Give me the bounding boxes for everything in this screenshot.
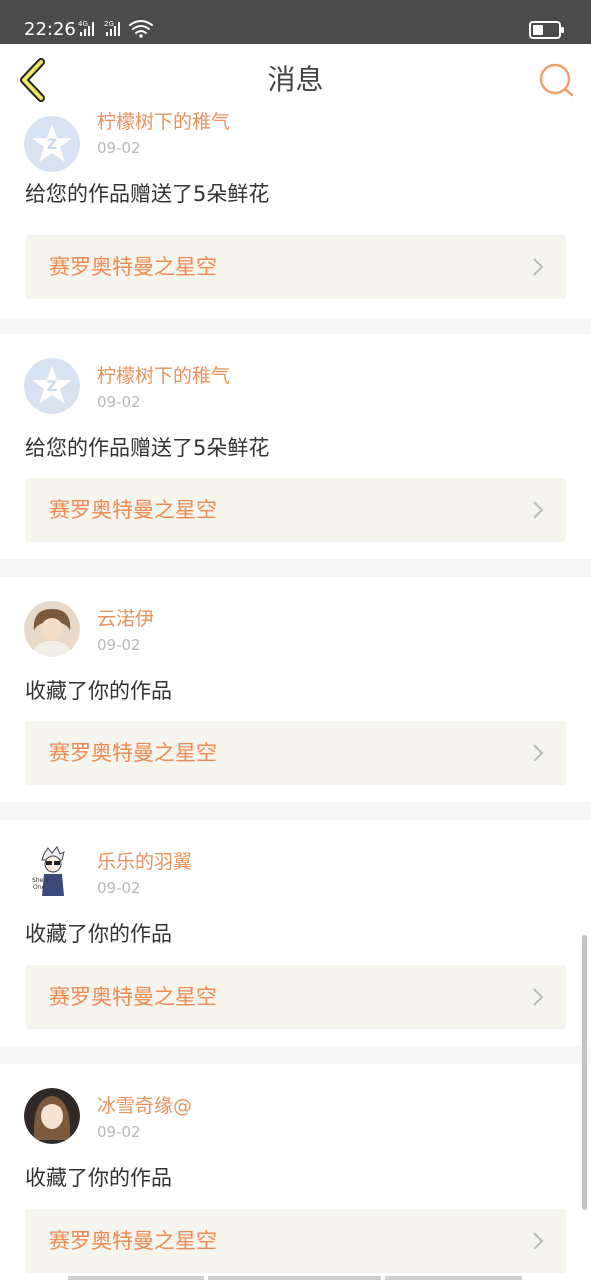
message-text: 给您的作品赠送了5朵鲜花 bbox=[25, 182, 270, 206]
work-link[interactable]: 赛罗奥特曼之星空 bbox=[25, 235, 566, 299]
user-photo-icon bbox=[24, 601, 80, 657]
battery-icon bbox=[529, 21, 564, 39]
svg-text:She's: She's bbox=[32, 877, 48, 884]
message-card: Z 柠檬树下的稚气 09-02 给您的作品赠送了5朵鲜花 赛罗奥特曼之星空 bbox=[0, 106, 591, 318]
wifi-icon bbox=[129, 20, 153, 34]
work-title: 赛罗奥特曼之星空 bbox=[49, 498, 217, 522]
avatar[interactable]: Z bbox=[24, 116, 80, 172]
user-name[interactable]: 冰雪奇缘@ bbox=[97, 1094, 192, 1118]
search-icon[interactable] bbox=[535, 58, 579, 102]
message-date: 09-02 bbox=[97, 636, 141, 654]
chevron-right-icon bbox=[533, 258, 544, 276]
user-name[interactable]: 柠檬树下的稚气 bbox=[97, 364, 230, 388]
message-text: 收藏了你的作品 bbox=[25, 679, 172, 703]
chevron-right-icon bbox=[533, 501, 544, 519]
user-name[interactable]: 云渃伊 bbox=[97, 607, 154, 631]
work-link[interactable]: 赛罗奥特曼之星空 bbox=[25, 1209, 566, 1273]
default-avatar-icon: Z bbox=[24, 358, 80, 414]
message-card: Z 柠檬树下的稚气 09-02 给您的作品赠送了5朵鲜花 赛罗奥特曼之星空 bbox=[0, 334, 591, 559]
message-card: 冰雪奇缘@ 09-02 收藏了你的作品 赛罗奥特曼之星空 bbox=[0, 1064, 591, 1280]
message-date: 09-02 bbox=[97, 1123, 141, 1141]
chevron-right-icon bbox=[533, 744, 544, 762]
net1-label: 4G bbox=[78, 20, 88, 28]
user-name[interactable]: 乐乐的羽翼 bbox=[97, 850, 192, 874]
scrollbar[interactable] bbox=[582, 935, 587, 1210]
work-title: 赛罗奥特曼之星空 bbox=[49, 255, 217, 279]
message-date: 09-02 bbox=[97, 393, 141, 411]
cartoon-avatar-icon: She's One bbox=[24, 844, 80, 900]
message-text: 收藏了你的作品 bbox=[25, 1166, 172, 1190]
work-title: 赛罗奥特曼之星空 bbox=[49, 741, 217, 765]
avatar[interactable] bbox=[24, 1088, 80, 1144]
svg-text:Z: Z bbox=[47, 137, 57, 153]
work-link[interactable]: 赛罗奥特曼之星空 bbox=[25, 721, 566, 785]
status-time: 22:26 bbox=[24, 19, 76, 40]
user-photo-icon bbox=[24, 1088, 80, 1144]
svg-text:Z: Z bbox=[47, 379, 57, 395]
default-avatar-icon: Z bbox=[24, 116, 80, 172]
work-title: 赛罗奥特曼之星空 bbox=[49, 985, 217, 1009]
status-bar: 22:26 4G 2G bbox=[0, 0, 591, 44]
avatar[interactable]: She's One bbox=[24, 844, 80, 900]
work-link[interactable]: 赛罗奥特曼之星空 bbox=[25, 478, 566, 542]
message-card: 云渃伊 09-02 收藏了你的作品 赛罗奥特曼之星空 bbox=[0, 577, 591, 802]
user-name[interactable]: 柠檬树下的稚气 bbox=[97, 110, 230, 134]
avatar[interactable] bbox=[24, 601, 80, 657]
page-title: 消息 bbox=[267, 63, 324, 96]
chevron-right-icon bbox=[533, 1232, 544, 1250]
avatar[interactable]: Z bbox=[24, 358, 80, 414]
bottom-indicator bbox=[68, 1276, 522, 1280]
message-date: 09-02 bbox=[97, 139, 141, 157]
signal-icon: 4G 2G bbox=[78, 20, 153, 38]
svg-text:One: One bbox=[33, 884, 46, 891]
net2-label: 2G bbox=[104, 20, 114, 28]
work-link[interactable]: 赛罗奥特曼之星空 bbox=[25, 965, 566, 1029]
work-title: 赛罗奥特曼之星空 bbox=[49, 1229, 217, 1253]
message-text: 给您的作品赠送了5朵鲜花 bbox=[25, 436, 270, 460]
message-text: 收藏了你的作品 bbox=[25, 922, 172, 946]
chevron-right-icon bbox=[533, 988, 544, 1006]
message-date: 09-02 bbox=[97, 879, 141, 897]
message-card: She's One 乐乐的羽翼 09-02 收藏了你的作品 赛罗奥特曼之星空 bbox=[0, 820, 591, 1046]
